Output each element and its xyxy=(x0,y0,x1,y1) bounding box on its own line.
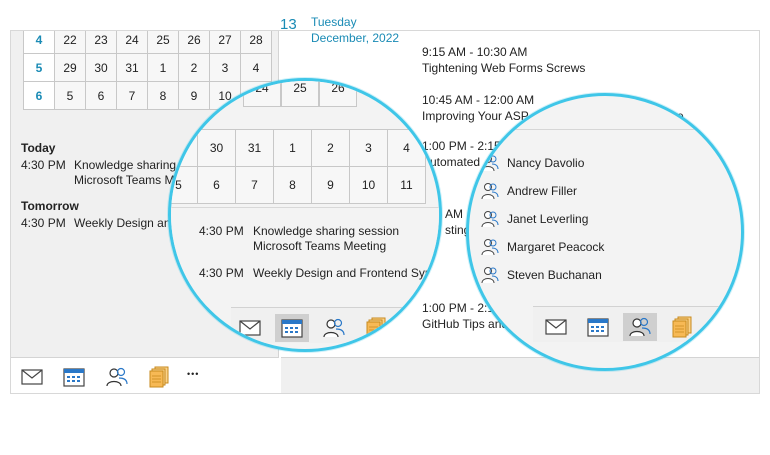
calendar-day[interactable]: 2 xyxy=(311,129,350,167)
contact-icon xyxy=(479,266,501,284)
magnified-top-row: 24 25 26 xyxy=(243,81,357,107)
notes-icon[interactable] xyxy=(148,366,170,388)
calendar-day[interactable]: 10 xyxy=(349,166,388,204)
calendar-day[interactable]: 9 xyxy=(171,129,198,167)
contact-name: Andrew Filler xyxy=(507,184,578,198)
people-icon[interactable] xyxy=(317,314,351,342)
mail-icon[interactable] xyxy=(233,314,267,342)
calendar-day[interactable]: 25 xyxy=(147,31,179,54)
agenda-time: 4:30 PM xyxy=(199,224,244,238)
calendar-week-row: 9 30 31 1 2 3 4 xyxy=(171,129,426,167)
people-icon[interactable] xyxy=(623,313,657,341)
calendar-day[interactable]: 7 xyxy=(116,81,148,110)
contact-item[interactable]: Janet Leverling xyxy=(479,210,588,228)
calendar-day[interactable]: 31 xyxy=(235,129,274,167)
contact-icon xyxy=(479,210,501,228)
week-number[interactable]: 6 xyxy=(23,81,55,110)
contacts-magnifier: ntacts Nancy Davolio Andrew Filler Janet… xyxy=(466,93,744,371)
calendar-day[interactable]: 26 xyxy=(319,81,357,107)
contact-item[interactable]: Nancy Davolio xyxy=(479,154,584,172)
calendar-week-row: 5 29 30 31 1 2 3 4 xyxy=(23,53,272,82)
agenda-tomorrow: Tomorrow 4:30 PM Weekly Design and xyxy=(21,199,177,231)
calendar-day[interactable]: 26 xyxy=(178,31,210,54)
calendar-day[interactable]: 22 xyxy=(54,31,86,54)
calendar-week-row: 4 22 23 24 25 26 27 28 xyxy=(23,31,272,54)
calendar-icon[interactable] xyxy=(581,313,615,341)
calendar-day[interactable]: 25 xyxy=(281,81,319,107)
agenda-item[interactable]: 4:30 PM Weekly Design and xyxy=(21,216,177,231)
notes-icon[interactable] xyxy=(665,313,699,341)
calendar-day[interactable]: 2 xyxy=(178,53,210,82)
week-number[interactable]: 4 xyxy=(23,31,55,54)
calendar-week-row: 5 6 7 8 9 10 11 xyxy=(171,166,426,204)
agenda-header: Tomorrow xyxy=(21,199,79,213)
mail-icon[interactable] xyxy=(539,313,573,341)
calendar-day[interactable]: 3 xyxy=(349,129,388,167)
agenda-time: 4:30 PM xyxy=(21,216,66,230)
calendar-day[interactable]: 7 xyxy=(235,166,274,204)
agenda-title: Knowledge sharing session Microsoft Teams… xyxy=(253,224,400,253)
calendar-day[interactable]: 23 xyxy=(85,31,117,54)
people-icon[interactable] xyxy=(105,367,129,387)
contact-item[interactable]: Margaret Peacock xyxy=(479,238,604,256)
agenda-time: 4:30 PM xyxy=(199,266,244,280)
calendar-day[interactable]: 31 xyxy=(116,53,148,82)
calendar-day[interactable]: 5 xyxy=(54,81,86,110)
module-nav-bar: ••• xyxy=(11,357,279,393)
magnified-agenda: 4:30 PM Knowledge sharing session Microso… xyxy=(171,207,439,307)
calendar-day[interactable]: 6 xyxy=(85,81,117,110)
calendar-icon[interactable] xyxy=(275,314,309,342)
calendar-day[interactable]: 30 xyxy=(197,129,236,167)
calendar-day[interactable]: 5 xyxy=(171,166,198,204)
day-date: Tuesday December, 2022 xyxy=(311,15,400,45)
contact-item[interactable]: Steven Buchanan xyxy=(479,266,602,284)
agenda-time: 4:30 PM xyxy=(21,158,66,172)
contact-name: Margaret Peacock xyxy=(507,240,605,254)
calendar-day[interactable]: 9 xyxy=(178,81,210,110)
contact-name: Janet Leverling xyxy=(507,212,589,226)
calendar-day[interactable]: 6 xyxy=(197,166,236,204)
calendar-day[interactable]: 24 xyxy=(116,31,148,54)
magnified-nav-bar xyxy=(533,306,733,342)
agenda-item[interactable]: 4:30 PM Weekly Design and Frontend Sync xyxy=(199,266,438,281)
calendar-day[interactable]: 29 xyxy=(54,53,86,82)
calendar-magnifier: 24 25 26 9 30 31 1 2 3 4 5 6 7 8 9 10 11… xyxy=(168,78,442,352)
calendar-day[interactable]: 8 xyxy=(273,166,312,204)
week-number[interactable]: 5 xyxy=(23,53,55,82)
contact-icon xyxy=(479,182,501,200)
agenda-title: Weekly Design and xyxy=(74,216,178,230)
agenda-title: Weekly Design and Frontend Sync xyxy=(253,266,438,280)
calendar-day[interactable]: 30 xyxy=(85,53,117,82)
day-view-footer xyxy=(281,357,759,393)
calendar-day[interactable]: 28 xyxy=(240,31,272,54)
magnified-nav-bar xyxy=(231,307,431,343)
agenda-header-partial: w xyxy=(171,266,181,280)
calendar-day[interactable]: 9 xyxy=(311,166,350,204)
magnified-calendar: 9 30 31 1 2 3 4 5 6 7 8 9 10 11 xyxy=(171,129,426,204)
calendar-day[interactable]: 27 xyxy=(209,31,241,54)
calendar-day[interactable]: 1 xyxy=(273,129,312,167)
contact-name: Nancy Davolio xyxy=(507,156,585,170)
calendar-day[interactable]: 1 xyxy=(147,53,179,82)
calendar-day[interactable]: 4 xyxy=(387,129,426,167)
calendar-day[interactable]: 24 xyxy=(243,81,281,107)
contact-name: Steven Buchanan xyxy=(507,268,602,282)
notes-icon[interactable] xyxy=(359,314,393,342)
calendar-day[interactable]: 11 xyxy=(387,166,426,204)
contact-icon xyxy=(479,238,501,256)
more-icon[interactable]: ••• xyxy=(187,369,199,379)
calendar-day[interactable]: 4 xyxy=(240,53,272,82)
calendar-day[interactable]: 8 xyxy=(147,81,179,110)
calendar-icon[interactable] xyxy=(63,367,85,387)
contacts-header: ntacts xyxy=(469,108,741,130)
contact-item[interactable]: Andrew Filler xyxy=(479,182,577,200)
event-item[interactable]: 9:15 AM - 10:30 AM Tightening Web Forms S… xyxy=(422,44,585,76)
day-number: 13 xyxy=(280,16,297,33)
agenda-item[interactable]: 4:30 PM Knowledge sharing session Microso… xyxy=(199,224,399,254)
calendar-day[interactable]: 3 xyxy=(209,53,241,82)
mail-icon[interactable] xyxy=(21,369,43,385)
contact-icon xyxy=(479,154,501,172)
